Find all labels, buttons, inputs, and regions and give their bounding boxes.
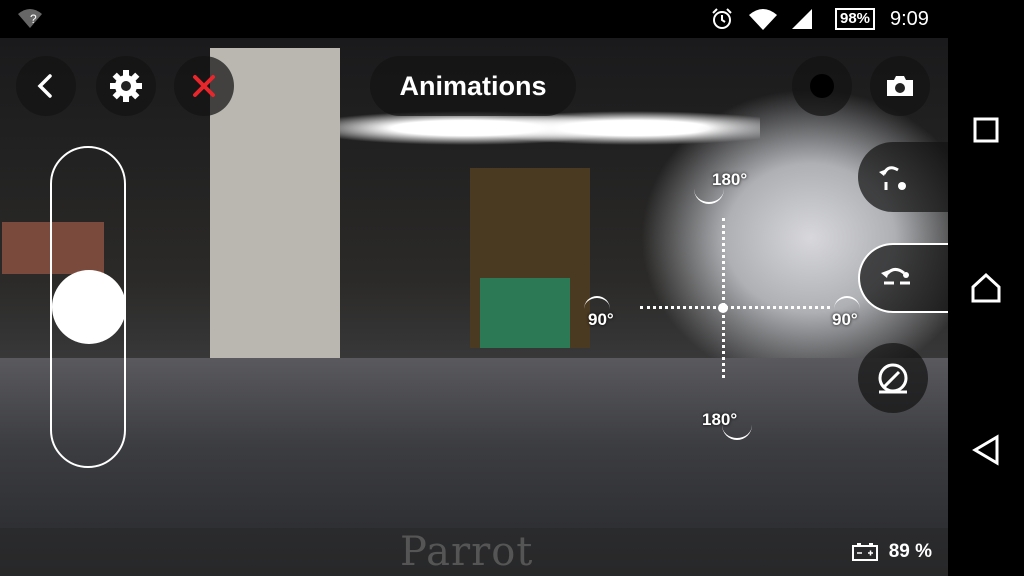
status-bar: ? 98% 9:09 (0, 0, 948, 38)
wifi-icon (748, 0, 778, 38)
recents-icon (973, 117, 999, 143)
takeoff-icon (879, 166, 906, 190)
gear-icon (110, 70, 142, 102)
back-nav-button[interactable] (968, 432, 1004, 468)
animations-button[interactable]: Animations (370, 56, 576, 116)
storefront (480, 278, 570, 348)
flip-icon (881, 268, 910, 285)
battery-percent: 98% (835, 8, 876, 30)
crosshair-icon (878, 363, 908, 394)
home-icon (971, 272, 1001, 303)
chevron-left-icon (37, 74, 52, 98)
record-icon (810, 74, 834, 98)
wifi-question-icon: ? (16, 0, 44, 38)
battery-icon: 98% (835, 0, 876, 38)
horizon-dots-horizontal (640, 306, 830, 309)
camera-icon (887, 76, 913, 96)
horizon-dots-vertical (722, 218, 725, 378)
camera-feed[interactable]: Animations 180° 90° 90° 180° Parrot 89 % (0, 38, 948, 576)
record-button[interactable] (792, 56, 852, 116)
center-dot (718, 303, 728, 313)
settings-button[interactable] (96, 56, 156, 116)
scooter (640, 88, 948, 388)
rotate-90-right[interactable]: 90° (832, 310, 858, 330)
home-button[interactable] (968, 270, 1004, 306)
throttle-knob[interactable] (52, 270, 126, 344)
flip-button[interactable] (858, 243, 948, 313)
back-button[interactable] (16, 56, 76, 116)
drone-battery-icon (851, 543, 878, 561)
alarm-icon (710, 0, 734, 38)
drone-battery-label: 89 % (888, 541, 932, 562)
wifi-question-label: ? (30, 12, 37, 26)
recents-button[interactable] (968, 112, 1004, 148)
nav-bar (948, 0, 1024, 576)
clock: 9:09 (890, 7, 929, 30)
drone-battery: 89 % (851, 528, 932, 576)
close-icon (193, 75, 215, 97)
bottom-bar: Parrot 89 % (0, 528, 948, 576)
takeoff-button[interactable] (858, 142, 948, 212)
rotate-180-top[interactable]: 180° (712, 170, 747, 190)
camera-button[interactable] (870, 56, 930, 116)
rotate-90-left[interactable]: 90° (588, 310, 614, 330)
brand-logo: Parrot (400, 529, 534, 575)
reset-view-button[interactable] (858, 343, 928, 413)
close-button[interactable] (174, 56, 234, 116)
back-triangle-icon (972, 434, 999, 466)
signal-icon (790, 0, 814, 38)
